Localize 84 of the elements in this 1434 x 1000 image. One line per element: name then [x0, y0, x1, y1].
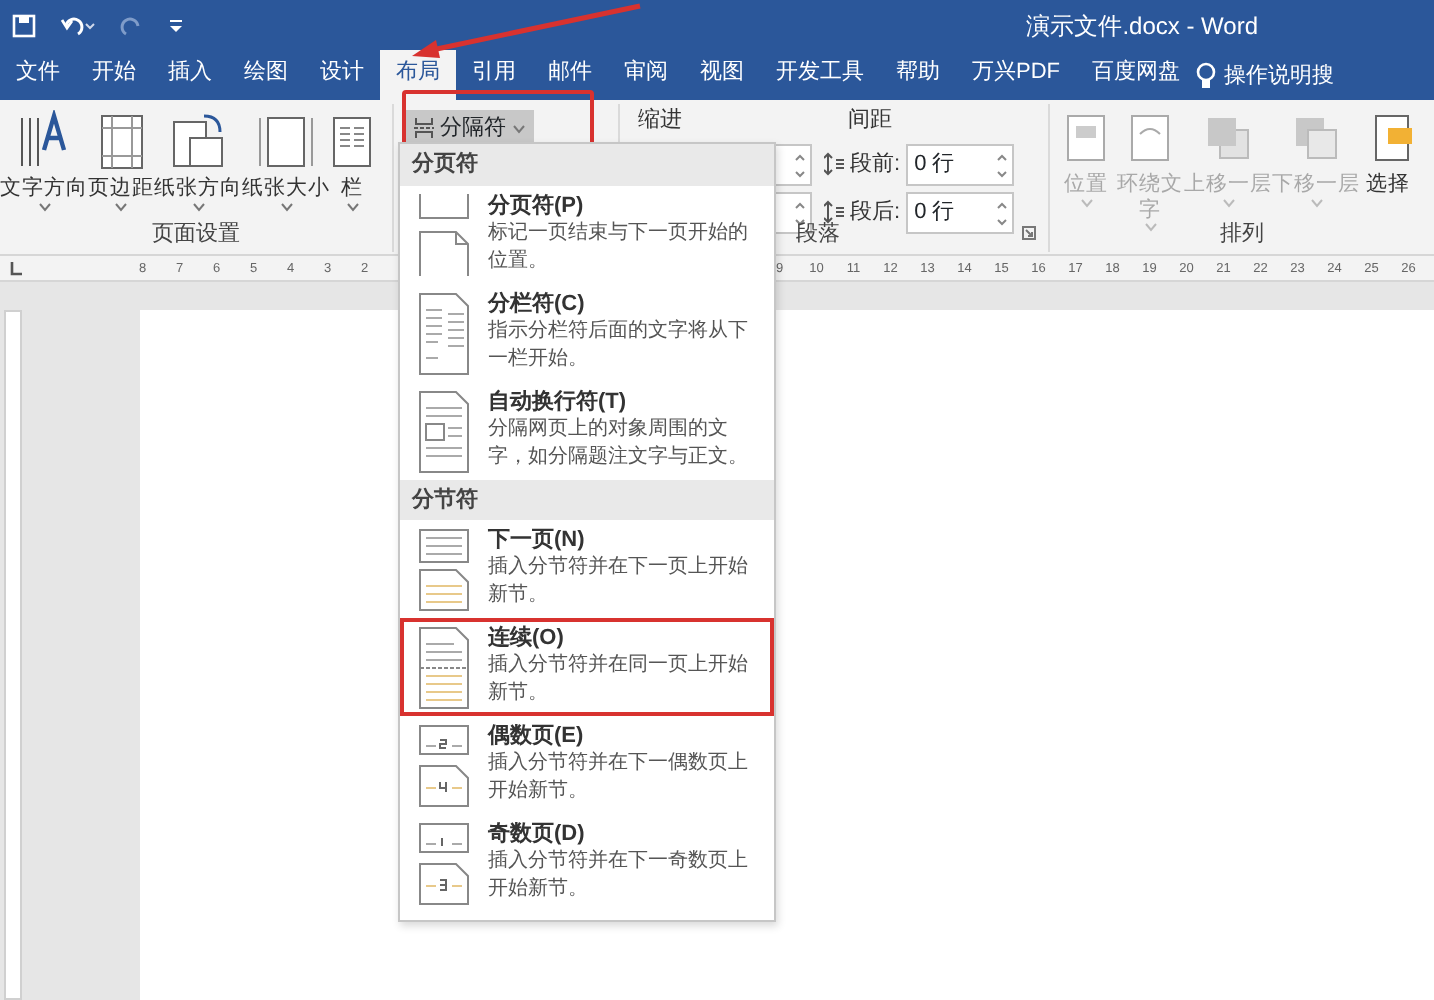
caret-icon: [37, 201, 51, 212]
menu-item-description: 标记一页结束与下一页开始的位置。: [488, 219, 750, 275]
undo-icon[interactable]: [60, 13, 96, 37]
spacing-icon: [824, 200, 844, 224]
ribbon-tab[interactable]: 插入: [152, 50, 228, 100]
caret-icon: [1079, 197, 1093, 208]
spinner-icon[interactable]: [996, 199, 1009, 227]
ribbon-tab[interactable]: 邮件: [532, 50, 608, 100]
spacing-field[interactable]: 0 行: [906, 143, 1015, 185]
spinner-icon[interactable]: [996, 151, 1009, 179]
ribbon-button[interactable]: 页边距: [88, 104, 154, 212]
menu-item[interactable]: 奇数页(D) 插入分节符并在下一奇数页上开始新节。: [400, 814, 774, 912]
caret-icon: [345, 201, 359, 212]
menu-section-header: 分页符: [400, 144, 774, 185]
menu-item-title: 分栏符(C): [488, 289, 587, 317]
ribbon-button[interactable]: 纸张大小: [242, 104, 330, 212]
ribbon-tab[interactable]: 视图: [684, 50, 760, 100]
next-page-icon: [414, 526, 474, 614]
field-label: 段前:: [850, 149, 901, 180]
odd-page-icon: [414, 820, 474, 908]
ribbon-tab[interactable]: 引用: [456, 50, 532, 100]
customize-icon[interactable]: [168, 17, 184, 33]
menu-item-title: 连续(O): [488, 624, 566, 652]
ribbon-tab[interactable]: 开始: [76, 50, 152, 100]
menu-item-description: 插入分节符并在同一页上开始新节。: [488, 652, 750, 708]
menu-item-description: 分隔网页上的对象周围的文字，如分隔题注文字与正文。: [488, 415, 750, 471]
section-label: 缩进: [636, 105, 684, 136]
page-break-icon: [414, 191, 474, 279]
menu-item[interactable]: 连续(O) 插入分节符并在同一页上开始新节。: [400, 618, 774, 716]
menu-item[interactable]: 偶数页(E) 插入分节符并在下一偶数页上开始新节。: [400, 716, 774, 814]
caret-icon: [114, 201, 128, 212]
save-icon[interactable]: [12, 13, 36, 37]
menu-item-description: 插入分节符并在下一页上开始新节。: [488, 554, 750, 610]
ribbon-tab[interactable]: 百度网盘: [1076, 50, 1196, 100]
menu-item-title: 分页符(P): [488, 191, 586, 219]
menu-item-description: 插入分节符并在下一偶数页上开始新节。: [488, 750, 750, 806]
dialog-launcher-icon[interactable]: [1022, 226, 1036, 241]
menu-item-description: 指示分栏符后面的文字将从下一栏开始。: [488, 317, 750, 373]
spacing-field[interactable]: 0 行: [906, 191, 1015, 233]
ribbon-tab[interactable]: 开发工具: [760, 50, 880, 100]
spacing-icon: [824, 152, 844, 176]
ribbon-button[interactable]: 纸张方向: [154, 104, 242, 212]
field-label: 段后:: [850, 197, 901, 228]
menu-item[interactable]: 分页符(P) 标记一页结束与下一页开始的位置。: [400, 185, 774, 283]
spinner-icon[interactable]: [794, 151, 806, 179]
section-label: 间距: [846, 106, 894, 136]
caret-icon: [1143, 222, 1157, 233]
page-break-icon: [414, 116, 434, 140]
text-wrapping-icon: [414, 387, 474, 475]
menu-item[interactable]: 下一页(N) 插入分节符并在下一页上开始新节。: [400, 520, 774, 618]
menu-item-title: 偶数页(E): [488, 722, 586, 750]
menu-section-header: 分节符: [400, 479, 774, 520]
caret-icon: [1309, 197, 1323, 208]
caret-icon: [512, 123, 526, 133]
menu-item[interactable]: 分栏符(C) 指示分栏符后面的文字将从下一栏开始。: [400, 283, 774, 381]
menu-item-description: 插入分节符并在下一奇数页上开始新节。: [488, 848, 750, 904]
group-label: 排列: [1220, 219, 1264, 249]
group-label: 段落: [796, 219, 840, 249]
caret-icon: [279, 201, 293, 212]
menu-item[interactable]: 自动换行符(T) 分隔网页上的对象周围的文字，如分隔题注文字与正文。: [400, 381, 774, 479]
even-page-icon: [414, 722, 474, 810]
ribbon-tab[interactable]: 文件: [0, 50, 76, 100]
ribbon-tab[interactable]: 审阅: [608, 50, 684, 100]
caret-icon: [1221, 197, 1235, 208]
ribbon-tab[interactable]: 绘图: [228, 50, 304, 100]
search-box[interactable]: 操作说明搜: [1216, 53, 1334, 97]
ribbon-tab[interactable]: 设计: [304, 50, 380, 100]
tab-selector-icon[interactable]: [8, 260, 24, 276]
menu-item-title: 下一页(N): [488, 526, 587, 554]
ribbon-button[interactable]: 选择: [1360, 104, 1416, 198]
caret-icon: [191, 201, 205, 212]
redo-icon: [120, 13, 144, 37]
ribbon-button[interactable]: 栏: [330, 104, 374, 212]
group-label: 页面设置: [152, 219, 240, 249]
ribbon-tab[interactable]: 帮助: [880, 50, 956, 100]
continuous-icon: [414, 624, 474, 712]
menu-item-title: 自动换行符(T): [488, 387, 629, 415]
orientation-icon: [168, 110, 228, 170]
ribbon-tab[interactable]: 万兴PDF: [956, 50, 1076, 100]
lightbulb-icon: [1196, 61, 1216, 89]
menu-item-title: 奇数页(D): [488, 820, 587, 848]
ribbon-button[interactable]: 文字方向: [0, 104, 88, 212]
column-break-icon: [414, 289, 474, 377]
window-title: 演示文件.docx - Word: [1026, 9, 1258, 43]
